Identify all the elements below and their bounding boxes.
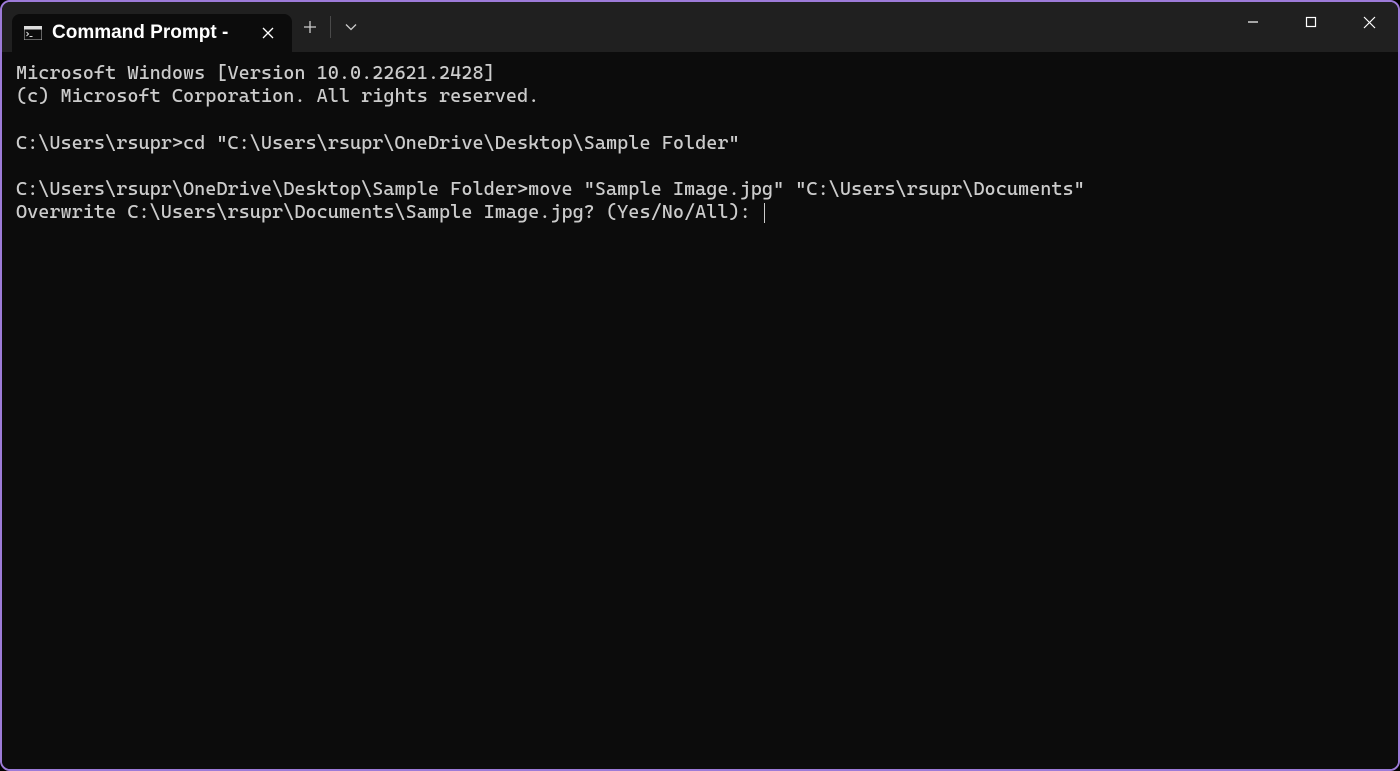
close-icon bbox=[262, 27, 274, 39]
terminal-output[interactable]: Microsoft Windows [Version 10.0.22621.24… bbox=[2, 52, 1398, 769]
window-controls bbox=[1224, 2, 1398, 52]
terminal-line: C:\Users\rsupr>cd "C:\Users\rsupr\OneDri… bbox=[16, 132, 740, 154]
terminal-prompt-line: Overwrite C:\Users\rsupr\Documents\Sampl… bbox=[16, 201, 762, 223]
minimize-icon bbox=[1247, 16, 1259, 28]
chevron-down-icon bbox=[345, 23, 357, 31]
tab-command-prompt[interactable]: Command Prompt - bbox=[12, 14, 292, 52]
maximize-icon bbox=[1305, 16, 1317, 28]
cmd-icon bbox=[24, 26, 42, 40]
tab-title: Command Prompt - bbox=[52, 22, 248, 44]
close-icon bbox=[1363, 16, 1376, 29]
titlebar: Command Prompt - bbox=[2, 2, 1398, 52]
terminal-line: C:\Users\rsupr\OneDrive\Desktop\Sample F… bbox=[16, 178, 1085, 200]
divider bbox=[330, 16, 331, 38]
tab-close-button[interactable] bbox=[258, 23, 278, 43]
terminal-line: Microsoft Windows [Version 10.0.22621.24… bbox=[16, 62, 495, 84]
minimize-button[interactable] bbox=[1224, 2, 1282, 42]
new-tab-button[interactable] bbox=[292, 9, 328, 45]
plus-icon bbox=[303, 20, 317, 34]
tab-dropdown-button[interactable] bbox=[333, 9, 369, 45]
cursor bbox=[764, 203, 766, 223]
maximize-button[interactable] bbox=[1282, 2, 1340, 42]
window-close-button[interactable] bbox=[1340, 2, 1398, 42]
terminal-line: (c) Microsoft Corporation. All rights re… bbox=[16, 85, 539, 107]
tab-actions bbox=[292, 2, 369, 52]
